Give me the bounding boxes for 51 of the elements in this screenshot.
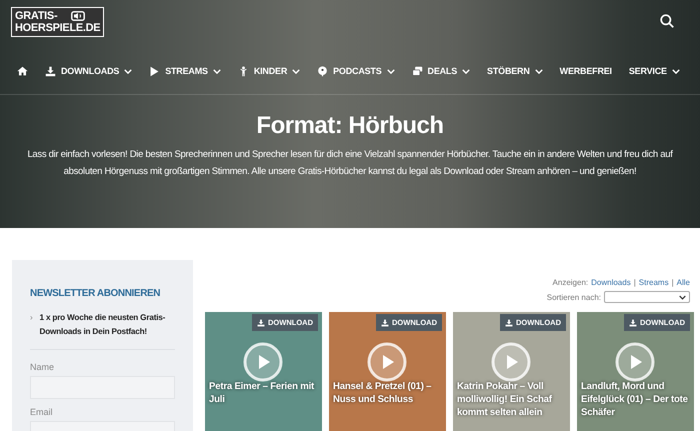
filter-link[interactable]: Alle	[676, 278, 690, 287]
caret-icon	[124, 68, 132, 74]
filter-link[interactable]: Streams	[638, 278, 669, 287]
card-title[interactable]: Petra Eimer – Ferien mit Juli	[209, 380, 319, 406]
caret-icon	[462, 68, 470, 74]
caret-icon	[292, 68, 300, 74]
caret-icon	[534, 68, 543, 74]
link-separator: |	[672, 278, 674, 287]
podcast-icon	[317, 66, 328, 76]
download-icon	[257, 318, 265, 326]
sort-label: Sortieren nach:	[546, 292, 601, 302]
site-logo[interactable]: GRATIS- HOERSPIELE.DE	[12, 8, 104, 36]
bullet-marker: ›	[30, 312, 33, 324]
home-link[interactable]	[17, 66, 28, 76]
nav-link[interactable]: STÖBERN	[487, 66, 543, 76]
download-icon	[381, 318, 389, 326]
card-title[interactable]: Landluft, Mord und Eifelglück (01) – Der tote Schäfer	[581, 380, 691, 419]
caret-icon	[679, 294, 686, 300]
download-icon	[45, 66, 56, 76]
caret-icon	[386, 68, 395, 74]
page-title: Format: Hörbuch	[255, 112, 445, 140]
search-icon[interactable]	[660, 14, 674, 28]
nav-link[interactable]: DEALS	[412, 66, 470, 76]
nav-link[interactable]: KINDER	[238, 66, 300, 76]
newsletter-benefit-text: 1 x pro Woche die neusten Gratis-Downloads in Dein Postfach!	[40, 312, 166, 338]
filter-label: Anzeigen:	[552, 278, 588, 287]
play-button-icon[interactable]	[243, 342, 283, 382]
nav-link[interactable]: PODCASTS	[317, 66, 395, 76]
nav-link[interactable]: DOWNLOADS	[45, 66, 132, 76]
page-description: Lass dir einfach vorlesen! Die besten Sprecherinnen und Sprecher lesen für dich eine Vielzahl spannender Hörbücher. Tauche ein in andere Welten und freu dich auf absoluten Hörgenuss mit großartigen Stimmen. Alle unsere Gratis-Hörbücher kannst du legal als Download oder Stream anhören – und genießen!	[26, 148, 674, 179]
play-button-icon[interactable]	[367, 342, 407, 382]
field-label: Email	[30, 407, 54, 417]
stacked-cards-icon	[412, 66, 423, 76]
newsletter-heading: NEWSLETTER ABONNIEREN	[30, 288, 162, 299]
play-icon	[149, 66, 160, 76]
download-icon	[505, 318, 513, 326]
child-icon	[238, 66, 249, 76]
download-icon	[629, 318, 637, 326]
play-button-icon[interactable]	[615, 342, 655, 382]
nav-link[interactable]: WERBEFREI	[560, 66, 612, 76]
home-icon	[17, 66, 28, 76]
caret-icon	[672, 68, 680, 74]
filter-link[interactable]: Downloads	[591, 278, 631, 287]
field-label: Name	[30, 362, 56, 372]
card-title[interactable]: Hansel & Pretzel (01) – Nuss und Schluss	[333, 380, 443, 406]
sort-dropdown[interactable]	[604, 291, 690, 303]
caret-icon	[212, 68, 221, 74]
nav-link[interactable]: SERVICE	[628, 66, 680, 76]
nav-link[interactable]: STREAMS	[149, 66, 221, 76]
link-separator: |	[634, 278, 636, 287]
play-button-icon[interactable]	[491, 342, 531, 382]
